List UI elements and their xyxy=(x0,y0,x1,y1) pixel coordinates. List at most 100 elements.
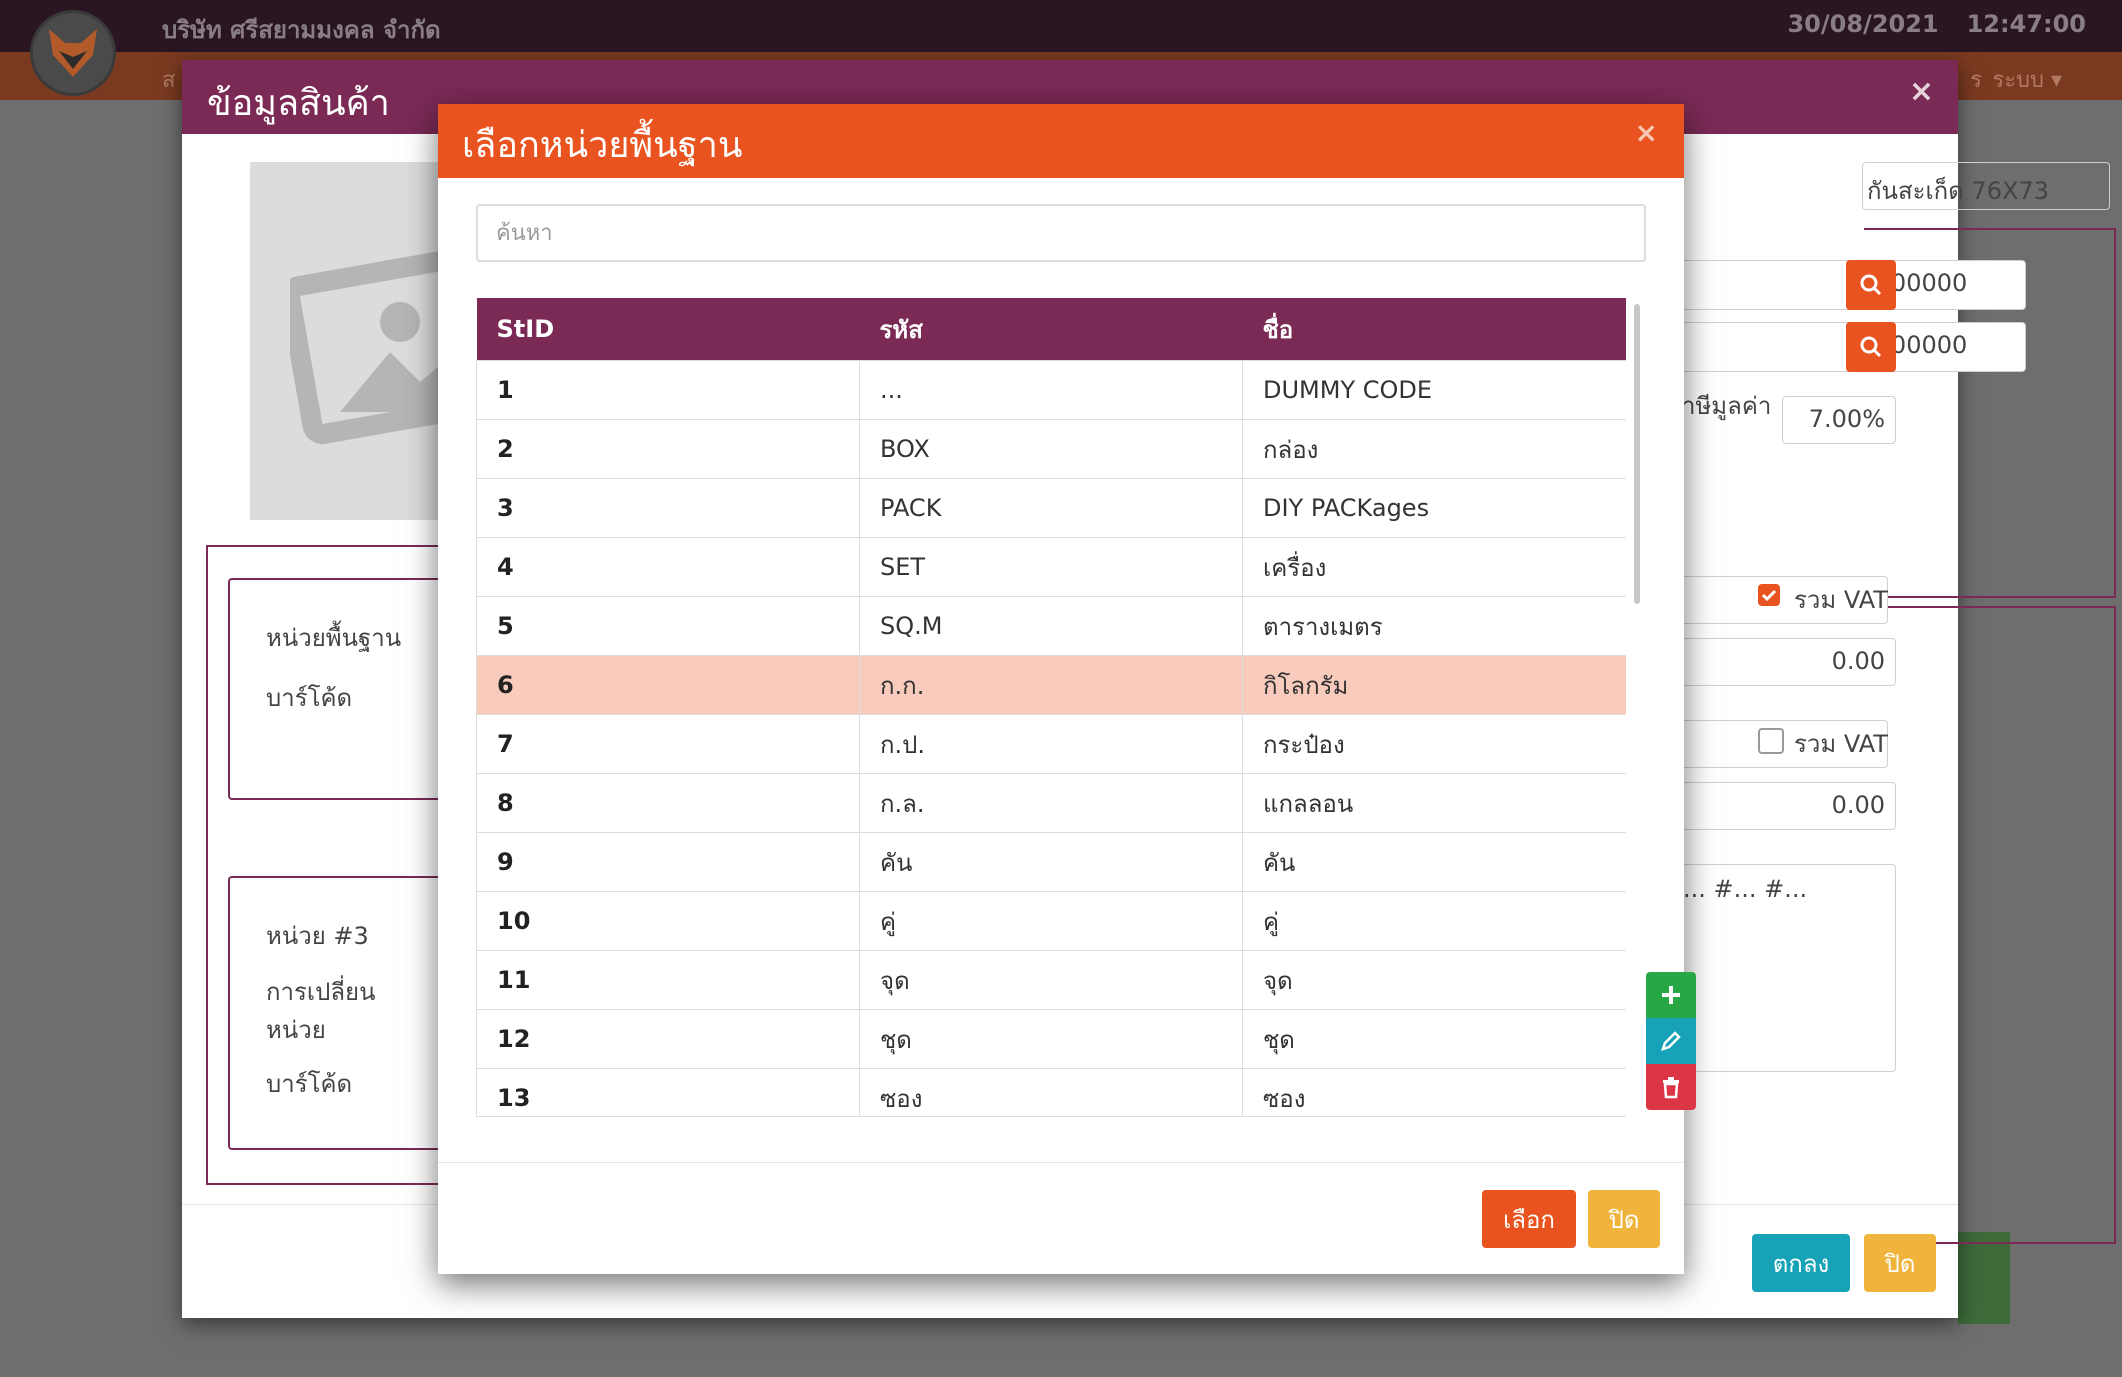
datetime: 30/08/2021 12:47:00 xyxy=(1759,10,2086,38)
unit-table: StID รหัส ชื่อ 1... DUMMY CODE 2 BOX กล่อง 3 P… xyxy=(476,298,1626,1116)
cell-stid: 9 xyxy=(476,832,860,892)
table-row[interactable]: 9 คัน คัน xyxy=(476,832,1626,892)
table-row[interactable]: 13 ซอง ซอง xyxy=(476,1068,1626,1116)
check-icon xyxy=(1761,589,1777,602)
search-code-2-button[interactable] xyxy=(1846,322,1896,372)
vat-rate-field[interactable]: 7.00% xyxy=(1782,396,1896,444)
product-modal-close-icon[interactable]: × xyxy=(1909,74,1934,109)
cell-name: ซอง xyxy=(1242,1068,1626,1116)
barcode-label: บาร์โค้ด xyxy=(266,684,353,712)
cell-code: คู่ xyxy=(859,891,1243,951)
conversion-label-2: หน่วย xyxy=(266,1016,326,1044)
select-unit-modal-header: เลือกหน่วยพื้นฐาน × xyxy=(438,104,1684,178)
company-name: บริษัท ศรีสยามมงคล จำกัด xyxy=(162,16,441,44)
include-vat-checkbox-1[interactable] xyxy=(1758,584,1780,606)
add-unit-button[interactable] xyxy=(1646,972,1696,1018)
table-row[interactable]: 6 ก.ก. กิโลกรัม xyxy=(476,655,1626,715)
cell-name: คู่ xyxy=(1242,891,1626,951)
cell-name: ตารางเมตร xyxy=(1242,596,1626,656)
price-group-box xyxy=(1864,606,2116,1244)
note-value: ... #... #... xyxy=(1683,875,1808,903)
base-unit-label: หน่วยพื้นฐาน xyxy=(266,624,402,652)
cell-code: ซอง xyxy=(859,1068,1243,1116)
search-icon xyxy=(1860,274,1882,296)
table-row[interactable]: 7 ก.ป. กระป๋อง xyxy=(476,714,1626,774)
table-row[interactable]: 3 PACK DIY PACKages xyxy=(476,478,1626,538)
pencil-icon xyxy=(1661,1031,1681,1051)
cell-name: คัน xyxy=(1242,832,1626,892)
select-unit-close-button[interactable]: ปิด xyxy=(1588,1190,1660,1248)
barcode-label-2: บาร์โค้ด xyxy=(266,1070,353,1098)
cell-name: กิโลกรัม xyxy=(1242,655,1626,715)
search-code-1-button[interactable] xyxy=(1846,260,1896,310)
delete-unit-button[interactable] xyxy=(1646,1064,1696,1110)
cell-code: ก.ป. xyxy=(859,714,1243,774)
cell-name: ชุด xyxy=(1242,1009,1626,1069)
cell-stid: 10 xyxy=(476,891,860,951)
table-scrollbar-thumb[interactable] xyxy=(1634,304,1640,604)
ok-button[interactable]: ตกลง xyxy=(1752,1234,1850,1292)
cell-name: จุด xyxy=(1242,950,1626,1010)
table-row[interactable]: 2 BOX กล่อง xyxy=(476,419,1626,479)
cell-code: PACK xyxy=(859,478,1243,538)
cell-code: BOX xyxy=(859,419,1243,479)
search-icon xyxy=(1860,336,1882,358)
cell-stid: 2 xyxy=(476,419,860,479)
table-row[interactable]: 11 จุด จุด xyxy=(476,950,1626,1010)
search-input[interactable] xyxy=(476,204,1646,262)
cell-stid: 8 xyxy=(476,773,860,833)
include-vat-checkbox-2[interactable] xyxy=(1758,728,1784,754)
column-header-stid[interactable]: StID xyxy=(476,298,860,361)
product-modal-close-button[interactable]: ปิด xyxy=(1864,1234,1936,1292)
select-unit-modal-footer-divider xyxy=(438,1162,1684,1163)
table-scrollbar[interactable] xyxy=(1632,300,1642,1116)
product-name-value: กันสะเก็ด 76X73 xyxy=(1867,177,2049,205)
cell-code: คัน xyxy=(859,832,1243,892)
background-confirm-button xyxy=(1958,1232,2010,1324)
column-header-code[interactable]: รหัส xyxy=(859,298,1243,361)
table-row[interactable]: 4 SET เครื่อง xyxy=(476,537,1626,597)
vat-rate-label: าษีมูลค่า xyxy=(1682,392,1772,420)
table-row[interactable]: 12 ชุด ชุด xyxy=(476,1009,1626,1069)
menu-item-right[interactable]: ร xyxy=(1970,62,1982,97)
cell-code: ... xyxy=(859,360,1243,420)
table-row[interactable]: 1... DUMMY CODE xyxy=(476,360,1626,420)
fox-logo-icon[interactable] xyxy=(30,10,116,96)
cell-code: SQ.M xyxy=(859,596,1243,656)
table-row[interactable]: 10 คู่ คู่ xyxy=(476,891,1626,951)
cell-stid: 6 xyxy=(476,655,860,715)
select-button[interactable]: เลือก xyxy=(1482,1190,1576,1248)
cell-name: กระป๋อง xyxy=(1242,714,1626,774)
menu-item-left[interactable]: ส xyxy=(162,62,175,97)
current-date: 30/08/2021 xyxy=(1787,10,1939,38)
table-row[interactable]: 8 ก.ล. แกลลอน xyxy=(476,773,1626,833)
product-image[interactable] xyxy=(250,162,460,520)
cell-stid: 12 xyxy=(476,1009,860,1069)
include-vat-label-2: รวม VAT xyxy=(1794,730,1888,758)
cell-name: DUMMY CODE xyxy=(1242,360,1626,420)
note-textarea[interactable]: ... #... #... xyxy=(1682,864,1896,1072)
plus-icon xyxy=(1662,986,1680,1004)
price-field-2[interactable]: 0.00 xyxy=(1682,782,1896,830)
cell-stid: 11 xyxy=(476,950,860,1010)
column-header-name[interactable]: ชื่อ xyxy=(1242,298,1626,361)
select-unit-modal-title: เลือกหน่วยพื้นฐาน xyxy=(462,125,743,166)
cell-stid: 5 xyxy=(476,596,860,656)
cell-name: แกลลอน xyxy=(1242,773,1626,833)
select-unit-modal: เลือกหน่วยพื้นฐาน × StID รหัส ชื่อ 1...D… xyxy=(438,104,1696,1274)
price-field-1[interactable]: 0.00 xyxy=(1682,638,1896,686)
cell-stid: 4 xyxy=(476,537,860,597)
edit-unit-button[interactable] xyxy=(1646,1018,1696,1064)
select-unit-modal-close-icon[interactable]: × xyxy=(1635,116,1658,149)
cell-code: ชุด xyxy=(859,1009,1243,1069)
product-name-field[interactable]: กันสะเก็ด 76X73 xyxy=(1862,162,2110,210)
conversion-label-1: การเปลี่ยน xyxy=(266,978,376,1006)
cell-name: เครื่อง xyxy=(1242,537,1626,597)
cell-stid: 1 xyxy=(476,360,860,420)
menu-item-system[interactable]: ระบบ ▾ xyxy=(1992,62,2062,97)
trash-icon xyxy=(1663,1077,1679,1099)
table-row[interactable]: 5 SQ.M ตารางเมตร xyxy=(476,596,1626,656)
cell-name: กล่อง xyxy=(1242,419,1626,479)
table-header-row: StID รหัส ชื่อ xyxy=(476,298,1626,361)
unit-table-container: StID รหัส ชื่อ 1... DUMMY CODE 2 BOX กล่อง 3 P… xyxy=(476,298,1626,1117)
